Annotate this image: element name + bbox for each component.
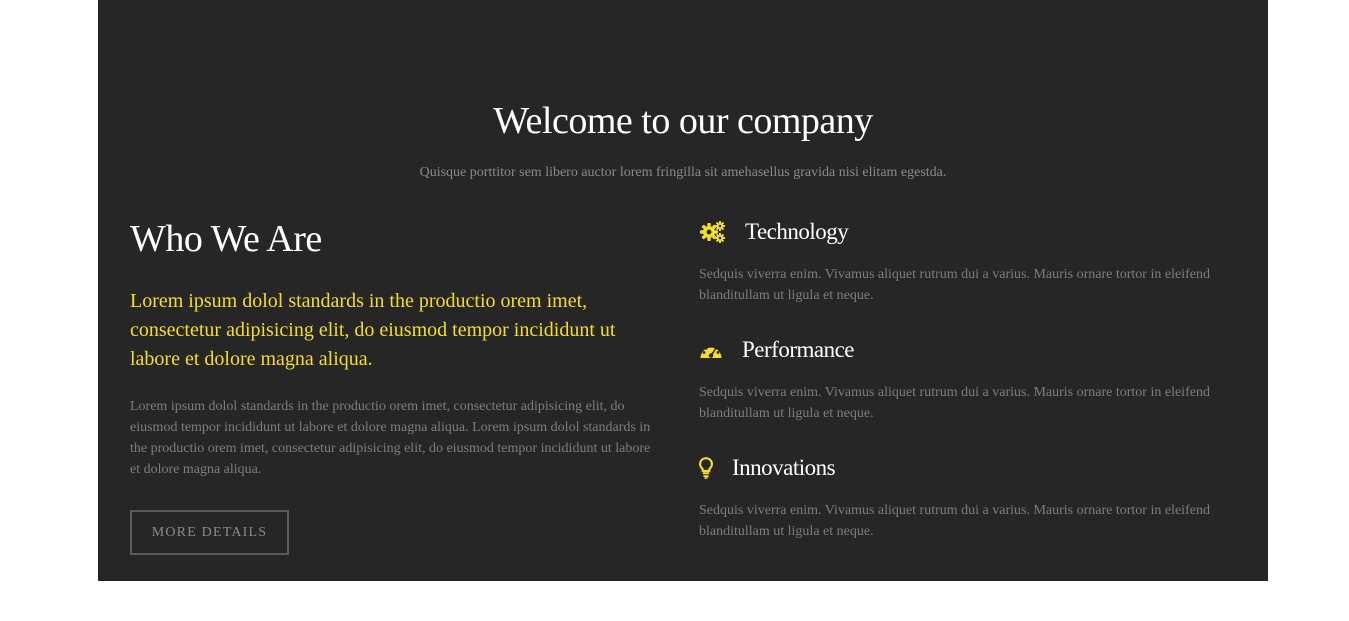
feature-title: Technology — [745, 219, 849, 244]
gears-icon — [699, 220, 726, 244]
page-subtitle: Quisque porttitor sem libero auctor lore… — [419, 165, 947, 180]
welcome-section: Welcome to our company Quisque porttitor… — [98, 0, 1268, 581]
dashboard-icon — [699, 340, 723, 360]
who-we-are-lead: Lorem ipsum dolol standards in the produ… — [130, 290, 616, 370]
who-we-are-body: Lorem ipsum dolol standards in the produ… — [130, 399, 651, 477]
feature-innovations: Innovations Sedquis viverra enim. Vivamu… — [699, 450, 1229, 568]
feature-title: Performance — [742, 337, 855, 362]
feature-title: Innovations — [732, 455, 836, 480]
feature-text: Sedquis viverra enim. Vivamus aliquet ru… — [699, 503, 1210, 539]
features-column: Technology Sedquis viverra enim. Vivamus… — [699, 214, 1229, 568]
more-details-button[interactable]: MORE DETAILS — [130, 510, 289, 555]
feature-technology: Technology Sedquis viverra enim. Vivamus… — [699, 214, 1229, 332]
who-we-are-column: Who We Are Lorem ipsum dolol standards i… — [130, 214, 660, 555]
feature-performance: Performance Sedquis viverra enim. Vivamu… — [699, 332, 1229, 450]
page-title: Welcome to our company — [493, 100, 873, 142]
who-we-are-heading: Who We Are — [130, 218, 322, 260]
lightbulb-icon — [699, 457, 713, 479]
feature-text: Sedquis viverra enim. Vivamus aliquet ru… — [699, 267, 1210, 303]
feature-text: Sedquis viverra enim. Vivamus aliquet ru… — [699, 385, 1210, 421]
